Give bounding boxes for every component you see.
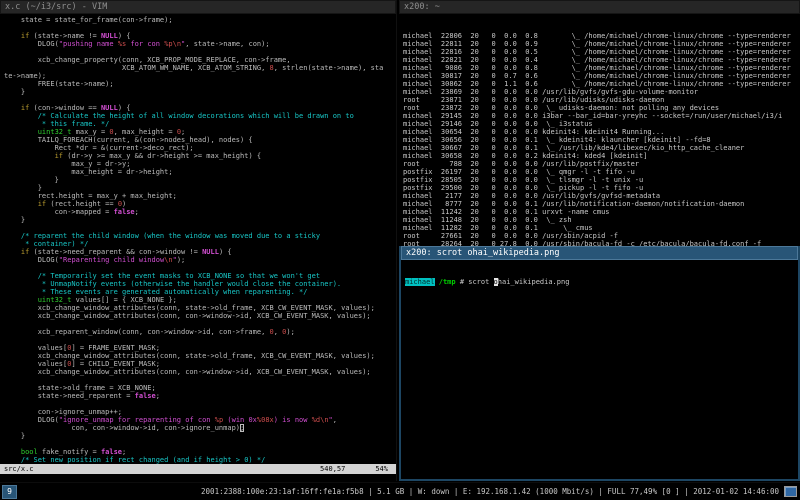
vim-statusline: src/x.c 540,57 54%: [0, 464, 396, 474]
vim-buffer[interactable]: state = state_for_frame(con->frame); if …: [0, 14, 396, 464]
prompt-user: michael: [405, 278, 435, 286]
workspace-button-9[interactable]: 9: [2, 485, 17, 499]
window-terminal-ps: x200: ~ michael 22806 20 0 0.0 0.8 \_ /h…: [399, 0, 800, 246]
display-icon[interactable]: [784, 486, 797, 497]
window-vim: x.c (~/i3/src) - VIM state = state_for_f…: [0, 0, 397, 481]
status-text: 2001:2388:100e:23:1af:16ff:fe1a:f5b8 | 5…: [201, 487, 779, 496]
i3-desktop: x.c (~/i3/src) - VIM state = state_for_f…: [0, 0, 800, 500]
command-after-cursor: hai_wikipedia.png: [498, 278, 570, 286]
vim-window-titlebar[interactable]: x.c (~/i3/src) - VIM: [0, 0, 396, 14]
terminal-scrot-titlebar[interactable]: x200: scrot ohai_wikipedia.png: [401, 246, 798, 260]
prompt-cwd: /tmp: [439, 278, 456, 286]
window-terminal-scrot: x200: scrot ohai_wikipedia.png michael /…: [399, 246, 800, 481]
i3bar: 9 2001:2388:100e:23:1af:16ff:fe1a:f5b8 |…: [0, 482, 800, 500]
terminal-ps-titlebar[interactable]: x200: ~: [399, 0, 800, 14]
vim-filename: src/x.c: [0, 464, 34, 474]
shell-prompt-bottom: michael /tmp # scrot ohai_wikipedia.png: [405, 278, 798, 286]
terminal-scrot-content[interactable]: michael /tmp # scrot ohai_wikipedia.png: [401, 260, 798, 302]
process-list: michael 22806 20 0 0.0 0.8 \_ /home/mich…: [403, 32, 800, 248]
vim-scroll-percent: 54%: [375, 464, 396, 474]
command-before-cursor: scrot: [468, 278, 493, 286]
vim-ruler: 540,57: [320, 464, 375, 474]
